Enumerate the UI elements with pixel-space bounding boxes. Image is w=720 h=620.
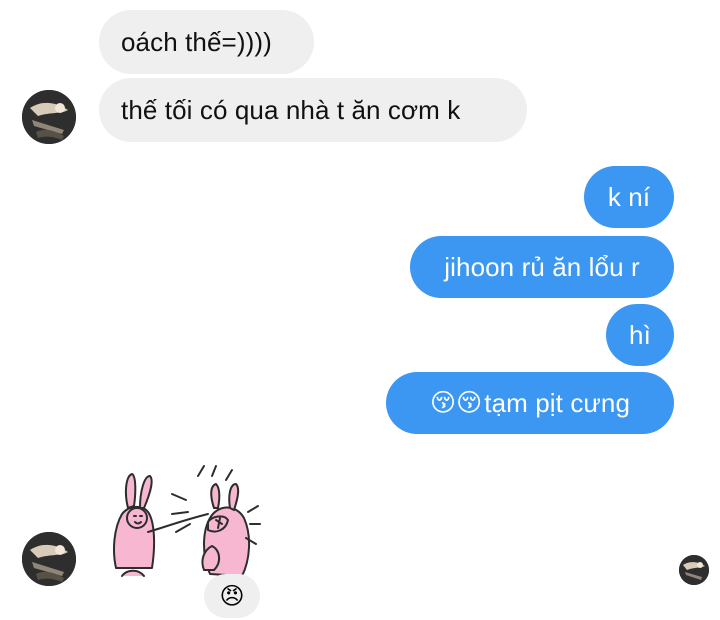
kissing-face-emoji-icon: 😚😚 (429, 388, 483, 417)
outgoing-message-text: hì (629, 320, 651, 350)
seen-avatar (679, 555, 709, 585)
contact-avatar[interactable] (22, 532, 76, 586)
outgoing-message-bubble[interactable]: 😚😚 tạm pịt cưng (386, 372, 674, 434)
outgoing-message-bubble[interactable]: jihoon rủ ăn lổu r (410, 236, 674, 298)
avatar-image-icon (22, 532, 76, 586)
outgoing-message-bubble[interactable]: k ní (584, 166, 674, 228)
bunny-punch-sticker-icon (113, 465, 261, 577)
contact-avatar[interactable] (22, 90, 76, 144)
sticker-message[interactable] (104, 458, 262, 586)
incoming-message-bubble[interactable]: thế tối có qua nhà t ăn cơm k (99, 78, 527, 142)
outgoing-message-bubble[interactable]: hì (606, 304, 674, 366)
outgoing-message-text: k ní (607, 182, 651, 212)
incoming-message-text: oách thế=)))) (121, 27, 272, 57)
angry-face-emoji-icon: 😠 (219, 582, 245, 610)
avatar-image-icon (22, 90, 76, 144)
outgoing-message-text: tạm pịt cưng (484, 388, 631, 418)
outgoing-message-text: jihoon rủ ăn lổu r (444, 252, 640, 282)
incoming-message-text: thế tối có qua nhà t ăn cơm k (121, 95, 461, 125)
incoming-message-bubble[interactable]: oách thế=)))) (99, 10, 314, 74)
seen-avatar-icon (679, 555, 709, 585)
message-reaction[interactable]: 😠 (204, 574, 260, 618)
